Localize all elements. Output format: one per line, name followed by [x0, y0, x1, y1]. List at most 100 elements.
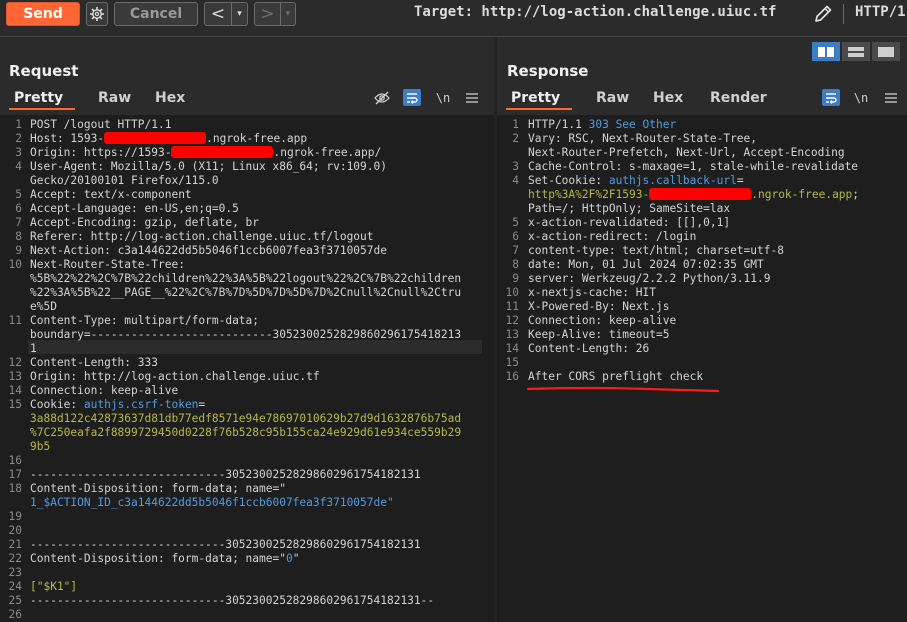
code-line: Content-Length: 26: [528, 342, 649, 356]
highlighted-token: 303 See Other: [588, 118, 677, 131]
code-line: After CORS preflight check: [528, 370, 703, 384]
line-number: 5: [512, 216, 519, 229]
text-token: : http://log-action.challenge.uiuc.tf/lo…: [77, 230, 374, 243]
back-button[interactable]: <: [205, 3, 231, 25]
code-line: -----------------------------30523002528…: [30, 594, 434, 608]
text-token: Content-Disposition: form-data; name=": [30, 482, 286, 495]
text-token: boundary=---------------------------3052…: [30, 328, 462, 341]
response-editor[interactable]: 1 2 3 4 5 6 7 8 9 10 11 12 13 14 15 16 HTTP/1.1 303 See …: [497, 115, 907, 622]
header-name: Vary: [528, 132, 555, 145]
line-number: 7: [15, 216, 22, 229]
code-line: Cache-Control: s-maxage=1, stale-while-r…: [528, 160, 858, 174]
value-token: .ngrok-free.app: [751, 188, 853, 201]
request-tab-pretty[interactable]: Pretty: [14, 90, 63, 106]
pencil-edit-icon[interactable]: [812, 3, 834, 25]
line-number: 18: [8, 482, 22, 495]
line-number: 11: [505, 300, 519, 313]
line-number: 26: [8, 608, 22, 621]
text-token: : keep-alive: [97, 384, 179, 397]
text-token: Gecko/20100101 Firefox/115.0: [30, 174, 219, 187]
wrap-lines-icon[interactable]: [403, 89, 421, 106]
code-line: Next-Router-State-Tree:: [30, 258, 185, 272]
code-line: e%5D: [30, 300, 57, 314]
code-line: Content-Type: multipart/form-data;: [30, 314, 259, 328]
toolbar-divider: [843, 4, 844, 24]
code-line: x-action-revalidated: [[],0,1]: [528, 216, 730, 230]
response-wrap-lines-icon[interactable]: [822, 89, 840, 106]
line-number: 7: [512, 244, 519, 257]
code-line: -----------------------------30523002528…: [30, 538, 421, 552]
request-active-tab-underline: [9, 108, 75, 110]
response-pane: Response Pretty Raw Hex Render \n 12 34 56…: [497, 37, 907, 622]
settings-gear-button[interactable]: [86, 2, 108, 26]
send-button[interactable]: Send: [6, 2, 80, 26]
line-number: 4: [512, 174, 519, 187]
text-token: :: [595, 174, 609, 187]
header-name: server: [528, 272, 569, 285]
header-name: x-action-revalidated: [528, 216, 663, 229]
code-line: date: Mon, 01 Jul 2024 07:02:35 GMT: [528, 258, 764, 272]
code-line: Next-Router-Prefetch, Next-Url, Accept-E…: [528, 146, 845, 160]
text-token: =: [736, 174, 744, 187]
forward-history-dropdown-icon[interactable]: ▾: [279, 3, 295, 25]
header-name: Accept: [30, 188, 71, 201]
line-number: 8: [512, 258, 519, 271]
code-line: Host: 1593- .ngrok-free.app: [30, 132, 307, 146]
text-token: Content-Disposition: form-data; name=": [30, 552, 286, 565]
text-token: : HIT: [622, 286, 656, 299]
header-name: Content-Length: [30, 356, 125, 369]
text-token: : Next.js: [608, 300, 670, 313]
highlighted-token: authjs.callback-url: [608, 174, 737, 187]
code-line: User-Agent: Mozilla/5.0 (X11; Linux x86_…: [30, 160, 387, 174]
current-line-highlight: [28, 340, 482, 354]
cancel-button[interactable]: Cancel: [114, 2, 198, 26]
header-name: Cookie: [30, 398, 71, 411]
back-history-dropdown-icon[interactable]: ▾: [231, 3, 247, 25]
code-line: 1: [30, 342, 37, 356]
line-number: 21: [8, 538, 22, 551]
header-name: date: [528, 258, 555, 271]
header-name: Set-Cookie: [528, 174, 596, 187]
text-token: .ngrok-free.app: [206, 132, 308, 145]
code-line: 1_$ACTION_ID_c3a144622dd5b5046f1ccb6007f…: [30, 496, 394, 510]
header-name: HTTP/1.1: [528, 118, 589, 131]
response-tab-render[interactable]: Render: [710, 90, 767, 106]
response-tab-hex[interactable]: Hex: [653, 90, 683, 106]
hide-nonprintable-eye-slash-icon[interactable]: [373, 89, 391, 106]
response-tab-pretty[interactable]: Pretty: [511, 90, 560, 106]
code-line: content-type: text/html; charset=utf-8: [528, 244, 784, 258]
response-tab-raw[interactable]: Raw: [596, 90, 629, 106]
code-line: %7C250eafa2f8899729450d0228f76b528c95b15…: [30, 426, 461, 440]
text-token: 1: [30, 342, 37, 355]
request-tab-hex[interactable]: Hex: [155, 90, 185, 106]
response-show-newlines-toggle[interactable]: \n: [852, 89, 870, 106]
line-number: 9: [15, 244, 22, 257]
highlighted-token: 1_$ACTION_ID_c3a144622dd5b5046f1ccb6007f…: [30, 496, 394, 509]
http-version-label[interactable]: HTTP/1: [855, 4, 907, 20]
text-token: -----------------------------30523002528…: [30, 538, 421, 551]
value-token: 9b5: [30, 440, 51, 453]
header-name: Keep-Alive: [528, 328, 596, 341]
code-line: Cookie: authjs.csrf-token=: [30, 398, 205, 412]
text-token: ": [292, 552, 300, 565]
text-token: : http://log-action.challenge.uiuc.tf: [70, 370, 320, 383]
text-token: :: [70, 398, 84, 411]
code-line: Accept-Language: en-US,en;q=0.5: [30, 202, 239, 216]
header-name: Origin: [30, 370, 71, 383]
line-number: 22: [8, 552, 22, 565]
text-token: =: [198, 398, 206, 411]
line-number: 12: [8, 356, 22, 369]
line-number: 1: [512, 118, 519, 131]
line-number: 2: [512, 132, 519, 145]
request-tab-raw[interactable]: Raw: [98, 90, 131, 106]
show-newlines-toggle[interactable]: \n: [434, 89, 452, 106]
request-menu-hamburger-icon[interactable]: [463, 89, 481, 106]
code-line: 9b5: [30, 440, 50, 454]
response-menu-hamburger-icon[interactable]: [882, 89, 900, 106]
forward-button[interactable]: >: [255, 3, 280, 25]
text-token: .ngrok-free.app/: [273, 146, 382, 159]
header-name: Next-Router-State-Tree: [30, 258, 179, 271]
code-line: Content-Length: 333: [30, 356, 158, 370]
line-number: 3: [15, 146, 22, 159]
request-editor[interactable]: 1 2 3 4 5 6 7 8 9 10 11 12 13 14 15 16 17 18 19 20 21 22 23 24 2…: [0, 115, 494, 622]
